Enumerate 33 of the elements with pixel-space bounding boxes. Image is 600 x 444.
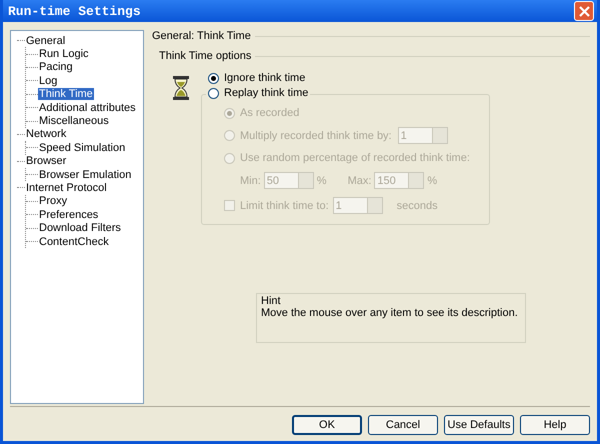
tree-item[interactable]: Preferences (38, 208, 100, 221)
dialog-button[interactable]: OK (292, 415, 362, 435)
unit-label: % (316, 174, 327, 186)
tree-item[interactable]: Network (25, 128, 68, 140)
unit-label: seconds (396, 200, 438, 212)
unit-label: % (427, 174, 438, 186)
max-label: Max: (348, 174, 372, 186)
close-icon[interactable] (574, 1, 594, 21)
hint-text: Move the mouse over any item to see its description. (261, 307, 519, 319)
tree-item[interactable]: Run Logic (38, 48, 90, 60)
tree-item[interactable]: ContentCheck (38, 236, 110, 248)
tree-item[interactable]: General (25, 34, 66, 47)
tree-item[interactable]: Pacing (38, 61, 74, 74)
tree-item[interactable]: Think Time (38, 88, 94, 100)
dialog-button[interactable]: Cancel (368, 415, 438, 435)
tree-item[interactable]: Internet Protocol (25, 182, 108, 194)
min-label: Min: (240, 174, 261, 186)
hourglass-icon (172, 76, 190, 100)
panel-title: General: Think Time (152, 30, 251, 42)
group-title: Think Time options (159, 50, 252, 62)
tree-item[interactable]: Miscellaneous (38, 115, 110, 128)
tree-item[interactable]: Speed Simulation (38, 142, 126, 154)
window-title: Run-time Settings (8, 4, 141, 18)
tree-item[interactable]: Log (38, 74, 58, 87)
dialog-button[interactable]: Help (520, 415, 590, 435)
tree-item[interactable]: Download Filters (38, 222, 122, 234)
tree-item[interactable]: Browser Emulation (38, 168, 132, 181)
tree-item[interactable]: Additional attributes (38, 102, 137, 114)
tree-item[interactable]: Proxy (38, 195, 68, 208)
hint-title: Hint (261, 295, 282, 307)
radio-option[interactable]: Ignore think time (208, 72, 490, 84)
tree-item[interactable]: Browser (25, 155, 68, 168)
dialog-button[interactable]: Use Defaults (444, 415, 514, 435)
